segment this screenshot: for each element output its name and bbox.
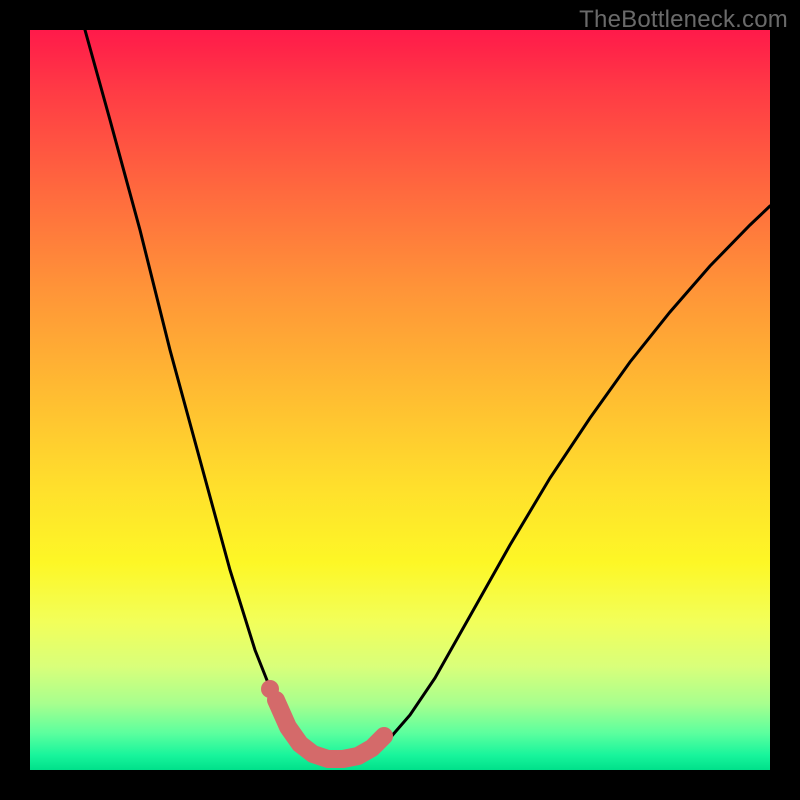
highlight-dot-icon xyxy=(261,680,279,698)
curve-svg xyxy=(30,30,770,770)
bottleneck-highlight xyxy=(276,700,384,759)
bottleneck-curve xyxy=(85,30,770,759)
gradient-plot-area xyxy=(30,30,770,770)
chart-frame: TheBottleneck.com xyxy=(0,0,800,800)
